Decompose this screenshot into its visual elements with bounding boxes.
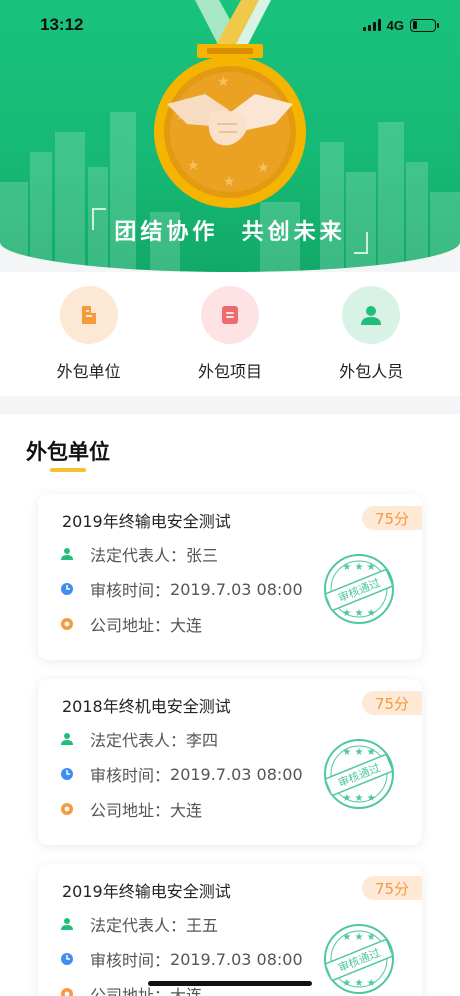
card-title: 2019年终输电安全测试 xyxy=(62,512,231,531)
review-time-label: 审核时间： xyxy=(90,951,171,970)
card-title: 2019年终输电安全测试 xyxy=(62,882,231,901)
slogan-text: 团结协作 共创未来 xyxy=(114,220,346,245)
representative-label: 法定代表人： xyxy=(90,916,187,935)
review-time-row: 审核时间： 2019.7.03 08:00 xyxy=(60,947,303,971)
representative-value: 王五 xyxy=(186,916,219,935)
svg-text:★ ★ ★: ★ ★ ★ xyxy=(342,562,375,573)
card-title: 2018年终机电安全测试 xyxy=(62,697,231,716)
address-row: 公司地址： 大连 xyxy=(60,612,202,636)
quick-link-outsourcing-units[interactable]: 外包单位 xyxy=(29,286,149,396)
location-icon xyxy=(60,987,74,996)
person-icon xyxy=(60,732,74,746)
representative-value: 李四 xyxy=(186,731,219,750)
section-title-underline xyxy=(50,468,86,472)
approved-stamp-icon: ★ ★ ★ ★ ★ ★ 审核通过 xyxy=(324,554,394,624)
svg-text:★: ★ xyxy=(223,174,236,190)
svg-text:★ ★ ★: ★ ★ ★ xyxy=(342,747,375,758)
location-icon xyxy=(60,802,74,816)
score-badge: 75分 xyxy=(362,691,422,715)
representative-label: 法定代表人： xyxy=(90,731,187,750)
review-time-row: 审核时间： 2019.7.03 08:00 xyxy=(60,762,303,786)
review-time-row: 审核时间： 2019.7.03 08:00 xyxy=(60,577,303,601)
representative-label: 法定代表人： xyxy=(90,546,187,565)
approved-stamp-icon: ★ ★ ★ ★ ★ ★ 审核通过 xyxy=(324,739,394,809)
svg-text:★: ★ xyxy=(187,158,200,174)
review-time-value: 2019.7.03 08:00 xyxy=(170,949,303,969)
quick-link-outsourcing-projects[interactable]: 外包项目 xyxy=(170,286,290,396)
clock-icon xyxy=(60,582,74,596)
person-icon xyxy=(60,547,74,561)
building-icon xyxy=(59,286,118,344)
status-bar: 13:12 4G xyxy=(0,0,460,50)
unit-card[interactable]: 2019年终输电安全测试 75分 法定代表人： 王五 审核时间： 2019.7.… xyxy=(38,864,422,996)
location-icon xyxy=(60,617,74,631)
review-time-value: 2019.7.03 08:00 xyxy=(170,764,303,784)
address-value: 大连 xyxy=(170,801,203,820)
clock-icon xyxy=(60,767,74,781)
representative-value: 张三 xyxy=(186,546,219,565)
unit-card[interactable]: 2019年终输电安全测试 75分 法定代表人： 张三 审核时间： 2019.7.… xyxy=(38,494,422,660)
clock-icon xyxy=(60,952,74,966)
svg-text:★ ★ ★: ★ ★ ★ xyxy=(342,978,375,989)
svg-text:★ ★ ★: ★ ★ ★ xyxy=(342,793,375,804)
status-indicators: 4G xyxy=(362,17,439,33)
hero-banner: 13:12 4G ★ ★ ★ ★ ★ ★ xyxy=(0,0,460,272)
svg-text:★ ★ ★: ★ ★ ★ xyxy=(342,608,375,619)
score-badge: 75分 xyxy=(362,876,422,900)
quick-links: 外包单位 外包项目 外包人员 xyxy=(0,272,460,396)
quick-link-label: 外包人员 xyxy=(339,362,404,381)
section-title: 外包单位 xyxy=(26,440,110,464)
signal-icon xyxy=(362,19,381,31)
document-icon xyxy=(200,286,259,344)
battery-icon xyxy=(410,18,439,32)
quick-link-label: 外包项目 xyxy=(197,362,262,381)
address-value: 大连 xyxy=(170,616,203,635)
svg-text:★: ★ xyxy=(257,160,270,176)
representative-row: 法定代表人： 李四 xyxy=(60,727,218,751)
home-indicator[interactable] xyxy=(148,981,312,986)
quick-link-outsourcing-staff[interactable]: 外包人员 xyxy=(311,286,431,396)
score-badge: 75分 xyxy=(362,506,422,530)
bracket-left-decoration xyxy=(92,208,107,230)
address-label: 公司地址： xyxy=(90,801,171,820)
hero-slogan: 团结协作 共创未来 xyxy=(92,208,368,254)
svg-text:★ ★ ★: ★ ★ ★ xyxy=(342,932,375,943)
network-type: 4G xyxy=(386,17,404,33)
bracket-right-decoration xyxy=(353,232,368,254)
svg-text:★: ★ xyxy=(217,74,230,90)
review-time-label: 审核时间： xyxy=(90,581,171,600)
address-label: 公司地址： xyxy=(90,616,171,635)
representative-row: 法定代表人： 王五 xyxy=(60,912,218,936)
review-time-value: 2019.7.03 08:00 xyxy=(170,579,303,599)
outsourcing-unit-list-section: 外包单位 2019年终输电安全测试 75分 法定代表人： 张三 审核时间： 20… xyxy=(0,414,460,996)
status-time: 13:12 xyxy=(40,15,84,34)
address-row: 公司地址： 大连 xyxy=(60,797,202,821)
unit-card[interactable]: 2018年终机电安全测试 75分 法定代表人： 李四 审核时间： 2019.7.… xyxy=(38,679,422,845)
review-time-label: 审核时间： xyxy=(90,766,171,785)
person-icon xyxy=(60,917,74,931)
representative-row: 法定代表人： 张三 xyxy=(60,542,218,566)
person-icon xyxy=(342,286,401,344)
approved-stamp-icon: ★ ★ ★ ★ ★ ★ 审核通过 xyxy=(324,924,394,994)
quick-link-label: 外包单位 xyxy=(56,362,121,381)
